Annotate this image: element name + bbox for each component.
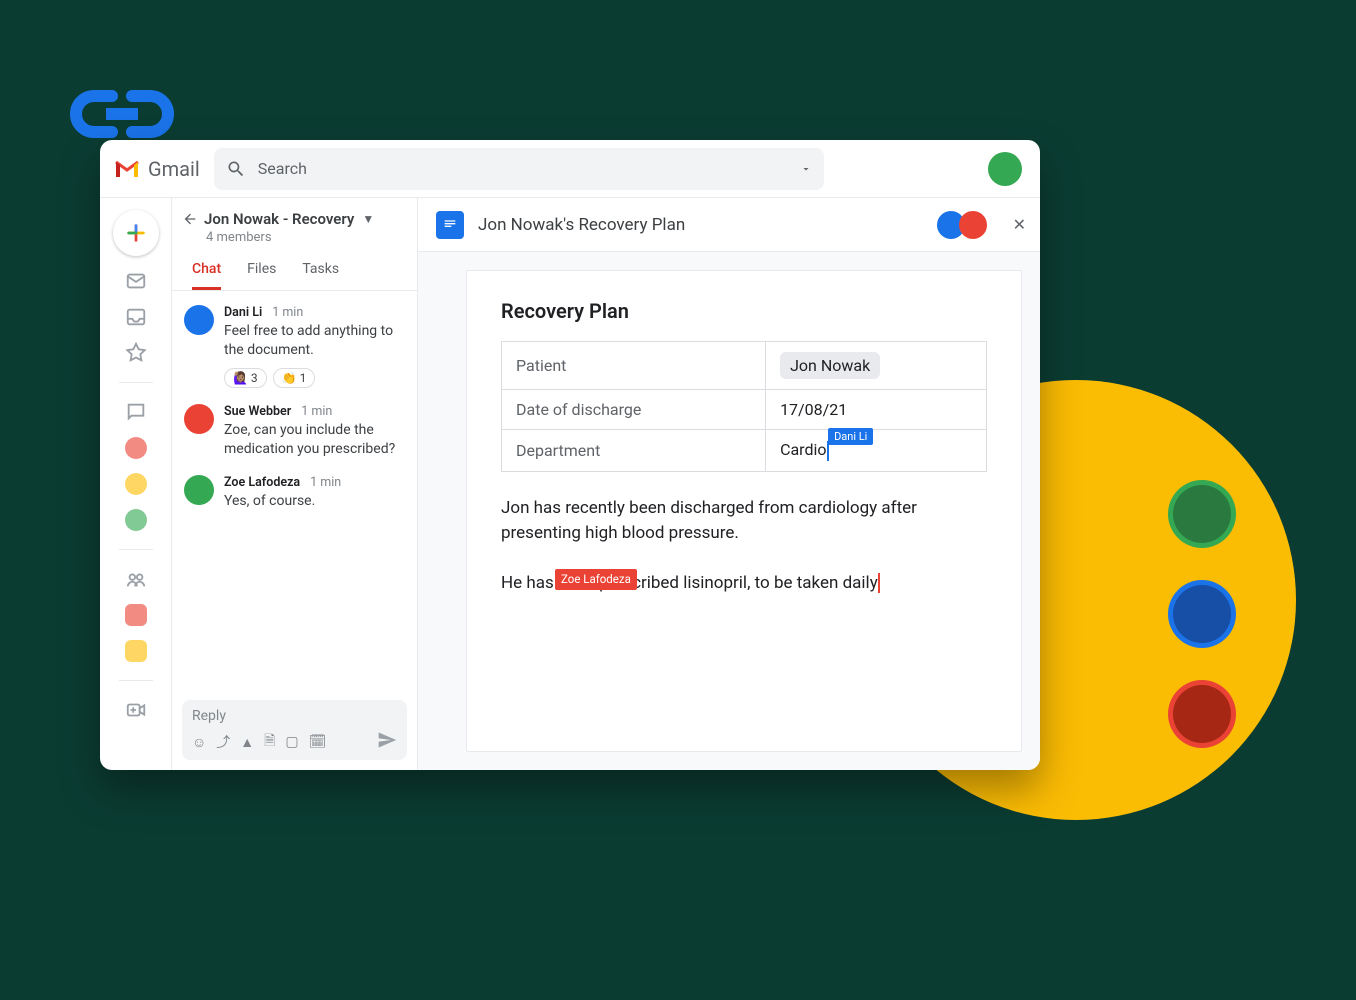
gmail-logo[interactable]: Gmail (114, 157, 200, 181)
upload-icon[interactable]: ⤴ (216, 732, 230, 752)
cursor-tag: Dani Li (828, 428, 873, 445)
row-value: Cardio Dani Li (766, 430, 987, 472)
message-time: 1 min (272, 305, 303, 320)
back-arrow-icon[interactable] (182, 211, 198, 227)
rail-separator (119, 680, 153, 681)
doc-paragraph: Jon has recently been discharged from ca… (501, 496, 987, 547)
doc-page[interactable]: Recovery Plan Patient Jon Nowak Date of … (466, 270, 1022, 752)
emoji-icon[interactable]: ☺ (192, 734, 206, 751)
deco-avatar (1168, 480, 1236, 548)
row-value: Jon Nowak (766, 342, 987, 390)
message-time: 1 min (301, 404, 332, 419)
space-chip-red[interactable] (125, 604, 147, 626)
doc-header: Jon Nowak's Recovery Plan ✕ (418, 198, 1040, 252)
cursor-tag: Zoe Lafodeza (555, 569, 637, 590)
search-placeholder: Search (258, 159, 788, 178)
message[interactable]: Zoe Lafodeza 1 min Yes, of course. (184, 475, 405, 511)
message-text: Yes, of course. (224, 492, 405, 511)
message[interactable]: Sue Webber 1 min Zoe, can you include the … (184, 404, 405, 459)
message-author: Zoe Lafodeza (224, 475, 300, 490)
tab-chat[interactable]: Chat (192, 261, 221, 290)
space-title-row[interactable]: Jon Nowak - Recovery ▼ (182, 210, 403, 228)
space-panel: Jon Nowak - Recovery ▼ 4 members Chat Fi… (172, 198, 418, 770)
tab-tasks[interactable]: Tasks (302, 261, 339, 290)
mail-icon[interactable] (125, 270, 147, 292)
chat-presence-yellow[interactable] (125, 473, 147, 495)
left-rail (100, 198, 172, 770)
message-author: Sue Webber (224, 404, 291, 419)
space-chip-yellow[interactable] (125, 640, 147, 662)
plus-icon (125, 222, 147, 244)
reply-box: Reply ☺ ⤴ ▲ 🗎 ▢ 🗓 (182, 700, 407, 760)
spaces-icon[interactable] (125, 568, 147, 590)
reaction-chip[interactable]: 🙋🏽‍♀️ 3 (224, 368, 267, 388)
close-icon[interactable]: ✕ (1013, 215, 1026, 234)
chat-presence-red[interactable] (125, 437, 147, 459)
doc-panel: Jon Nowak's Recovery Plan ✕ Recovery Pla… (418, 198, 1040, 770)
space-header: Jon Nowak - Recovery ▼ 4 members (172, 198, 417, 251)
table-row: Department Cardio Dani Li (502, 430, 987, 472)
row-label: Date of discharge (502, 390, 766, 430)
message-text: Zoe, can you include the medication you … (224, 421, 405, 459)
calendar-icon[interactable]: 🗓 (309, 734, 327, 750)
docs-icon (436, 211, 464, 239)
deco-avatar (1168, 680, 1236, 748)
reaction-chip[interactable]: 👏 1 (273, 368, 316, 388)
inbox-icon[interactable] (125, 306, 147, 328)
row-value: 17/08/21 (766, 390, 987, 430)
doc-paragraph: He has been prescribed lisinopril, to be… (501, 571, 987, 597)
doc-collaborators (943, 211, 987, 239)
deco-avatar (1168, 580, 1236, 648)
collab-avatar[interactable] (959, 211, 987, 239)
row-label: Department (502, 430, 766, 472)
app-name: Gmail (148, 157, 200, 181)
link-deco-icon (62, 84, 182, 148)
message[interactable]: Dani Li 1 min Feel free to add anything to… (184, 305, 405, 388)
doc-heading: Recovery Plan (501, 299, 987, 323)
docs-new-icon[interactable]: 🗎 (264, 730, 275, 754)
gmail-window: Gmail Search (100, 140, 1040, 770)
send-icon[interactable] (377, 730, 397, 754)
reply-tools: ☺ ⤴ ▲ 🗎 ▢ 🗓 (192, 730, 397, 754)
message-avatar (184, 404, 214, 434)
doc-title[interactable]: Jon Nowak's Recovery Plan (478, 215, 929, 235)
decorative-avatars (1168, 480, 1236, 748)
gmail-m-icon (114, 159, 140, 179)
reply-input[interactable]: Reply (192, 708, 397, 724)
message-text: Feel free to add anything to the documen… (224, 322, 405, 360)
compose-button[interactable] (113, 210, 159, 256)
search-bar[interactable]: Search (214, 148, 824, 190)
row-label: Patient (502, 342, 766, 390)
account-avatar[interactable] (988, 152, 1022, 186)
doc-table: Patient Jon Nowak Date of discharge 17/0… (501, 341, 987, 472)
drive-icon[interactable]: ▲ (240, 734, 254, 751)
message-time: 1 min (310, 475, 341, 490)
meet-icon[interactable] (125, 699, 147, 721)
search-icon (226, 159, 246, 179)
chat-icon[interactable] (125, 401, 147, 423)
chevron-down-icon[interactable]: ▼ (362, 212, 374, 226)
table-row: Patient Jon Nowak (502, 342, 987, 390)
rail-separator (119, 382, 153, 383)
message-author: Dani Li (224, 305, 262, 320)
video-icon[interactable]: ▢ (285, 734, 298, 750)
space-tabs: Chat Files Tasks (172, 251, 417, 291)
message-avatar (184, 475, 214, 505)
table-row: Date of discharge 17/08/21 (502, 390, 987, 430)
space-members[interactable]: 4 members (206, 230, 403, 245)
topbar: Gmail Search (100, 140, 1040, 198)
chat-presence-green[interactable] (125, 509, 147, 531)
space-title: Jon Nowak - Recovery (204, 210, 354, 228)
rail-separator (119, 549, 153, 550)
star-icon[interactable] (125, 342, 147, 364)
message-avatar (184, 305, 214, 335)
doc-body: Recovery Plan Patient Jon Nowak Date of … (418, 252, 1040, 770)
chevron-down-icon[interactable] (800, 163, 812, 175)
tab-files[interactable]: Files (247, 261, 276, 290)
reactions: 🙋🏽‍♀️ 3 👏 1 (224, 368, 405, 388)
message-list: Dani Li 1 min Feel free to add anything to… (172, 291, 417, 692)
